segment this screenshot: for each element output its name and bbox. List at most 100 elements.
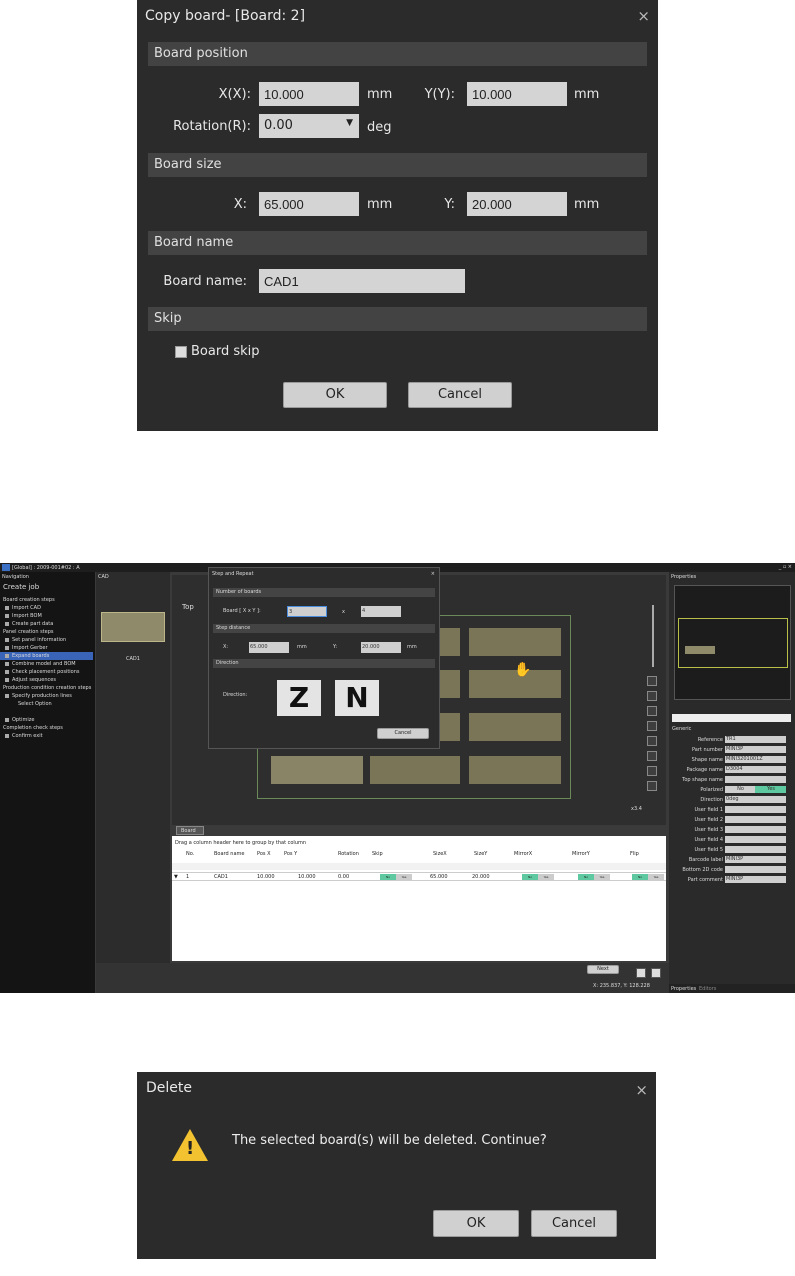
tab-editors[interactable]: Editors <box>699 986 716 992</box>
column-header[interactable]: Rotation <box>338 851 359 857</box>
pos-x-field[interactable] <box>259 82 359 106</box>
zoom-expand-icon[interactable] <box>647 721 657 731</box>
toggle-no[interactable]: No <box>522 874 538 880</box>
prop-value[interactable]: MINI3P <box>725 746 786 753</box>
prop-value[interactable] <box>725 776 786 783</box>
prop-value[interactable]: TR1 <box>725 736 786 743</box>
nav-item[interactable]: Expand boards <box>0 652 93 660</box>
board-tile[interactable] <box>469 756 561 784</box>
close-icon[interactable]: × <box>431 571 435 577</box>
nav-item[interactable]: Specify production lines <box>0 692 93 700</box>
prop-value[interactable]: D3004 <box>725 766 786 773</box>
column-header[interactable]: Skip <box>372 851 383 857</box>
flip-toggle[interactable]: No Yes <box>632 874 664 880</box>
prop-value[interactable]: MINI3201001Z <box>725 756 786 763</box>
next-button[interactable]: Next <box>587 965 619 974</box>
column-header[interactable]: MirrorY <box>572 851 590 857</box>
settings-icon[interactable] <box>647 781 657 791</box>
zoom-fit-icon[interactable] <box>647 676 657 686</box>
pos-y-field[interactable] <box>467 82 567 106</box>
prop-value[interactable] <box>725 816 786 823</box>
zoom-out-icon[interactable] <box>647 706 657 716</box>
toggle-yes[interactable]: Yes <box>648 874 664 880</box>
cad-thumbnail[interactable] <box>101 612 165 642</box>
prop-value[interactable]: MINI3P <box>725 876 786 883</box>
nav-item[interactable]: Create part data <box>0 620 93 628</box>
table-cell[interactable]: 0.00 <box>338 874 349 880</box>
layers-icon[interactable] <box>647 766 657 776</box>
table-row[interactable]: ▼ 1 CAD1 10.000 10.000 0.00 65.000 20.000 No Ye… <box>172 872 666 881</box>
zoom-in-icon[interactable] <box>647 691 657 701</box>
board-tile[interactable] <box>469 713 561 741</box>
prop-value[interactable] <box>725 826 786 833</box>
nav-item[interactable]: Import Gerber <box>0 644 93 652</box>
prop-value[interactable] <box>725 806 786 813</box>
direction-n-icon[interactable]: N <box>335 680 379 716</box>
board-name-field[interactable] <box>259 269 465 293</box>
ok-button[interactable]: OK <box>433 1210 519 1237</box>
toggle-no[interactable]: No <box>380 874 396 880</box>
nav-item[interactable]: Optimize <box>0 716 93 724</box>
board-tile[interactable] <box>370 756 460 784</box>
toggle-yes[interactable]: Yes <box>594 874 610 880</box>
column-header[interactable]: Pos X <box>257 851 271 857</box>
board-skip-checkbox[interactable] <box>175 346 187 358</box>
skip-toggle[interactable]: No Yes <box>380 874 412 880</box>
close-icon[interactable]: × <box>635 1081 648 1099</box>
nav-item[interactable] <box>0 708 93 716</box>
board-tile-original[interactable] <box>271 756 363 784</box>
table-cell[interactable]: 10.000 <box>298 874 316 880</box>
column-header[interactable]: No. <box>186 851 194 857</box>
window-controls[interactable]: _ ▫ × <box>779 564 792 570</box>
prop-value[interactable] <box>725 836 786 843</box>
nav-item[interactable]: Confirm exit <box>0 732 93 740</box>
table-cell[interactable]: 10.000 <box>257 874 275 880</box>
toggle-yes[interactable]: Yes <box>538 874 554 880</box>
table-cell[interactable]: 65.000 <box>430 874 448 880</box>
board-tab[interactable]: Board <box>176 826 204 835</box>
column-header[interactable]: SizeX <box>433 851 447 857</box>
nav-item[interactable]: Select Option <box>0 700 93 708</box>
column-header[interactable]: Board name <box>214 851 244 857</box>
nav-item[interactable]: Combine model and BOM <box>0 660 93 668</box>
toggle-no[interactable]: No <box>632 874 648 880</box>
prop-value[interactable] <box>725 866 786 873</box>
toggle-no[interactable]: No <box>578 874 594 880</box>
board-x-field[interactable]: 3 <box>287 606 327 617</box>
polarized-no[interactable]: No <box>725 786 755 793</box>
prop-value[interactable]: 0deg <box>725 796 786 803</box>
prop-value[interactable]: MINI3P <box>725 856 786 863</box>
nav-item[interactable]: Import CAD <box>0 604 93 612</box>
mirrory-toggle[interactable]: No Yes <box>578 874 610 880</box>
cancel-button[interactable]: Cancel <box>531 1210 617 1237</box>
toggle-yes[interactable]: Yes <box>396 874 412 880</box>
dist-y-field[interactable]: 20.000 <box>361 642 401 653</box>
save-icon[interactable] <box>636 968 646 978</box>
mirrorx-toggle[interactable]: No Yes <box>522 874 554 880</box>
grid-icon[interactable] <box>647 736 657 746</box>
direction-z-icon[interactable]: Z <box>277 680 321 716</box>
cancel-button[interactable]: Cancel <box>408 382 512 408</box>
prop-search-input[interactable] <box>672 714 791 722</box>
size-y-field[interactable] <box>467 192 567 216</box>
column-header[interactable]: SizeY <box>474 851 487 857</box>
polarized-yes[interactable]: Yes <box>755 786 786 793</box>
column-header[interactable]: MirrorX <box>514 851 532 857</box>
dist-x-field[interactable]: 65.000 <box>249 642 289 653</box>
ok-button[interactable]: OK <box>283 382 387 408</box>
size-x-field[interactable] <box>259 192 359 216</box>
nav-item[interactable]: Import BOM <box>0 612 93 620</box>
nav-item[interactable]: Adjust sequences <box>0 676 93 684</box>
zoom-area-icon[interactable] <box>647 751 657 761</box>
nav-item[interactable]: Set panel information <box>0 636 93 644</box>
save-as-icon[interactable] <box>651 968 661 978</box>
tab-properties[interactable]: Properties <box>671 986 696 992</box>
cancel-button[interactable]: Cancel <box>377 728 429 739</box>
nav-item[interactable]: Check placement positions <box>0 668 93 676</box>
column-header[interactable]: Flip <box>630 851 639 857</box>
column-header[interactable]: Pos Y <box>284 851 297 857</box>
table-cell[interactable]: 20.000 <box>472 874 490 880</box>
rotation-dropdown[interactable]: 0.00 ▼ <box>259 114 359 138</box>
board-y-field[interactable]: 4 <box>361 606 401 617</box>
table-cell[interactable]: 1 <box>186 874 189 880</box>
